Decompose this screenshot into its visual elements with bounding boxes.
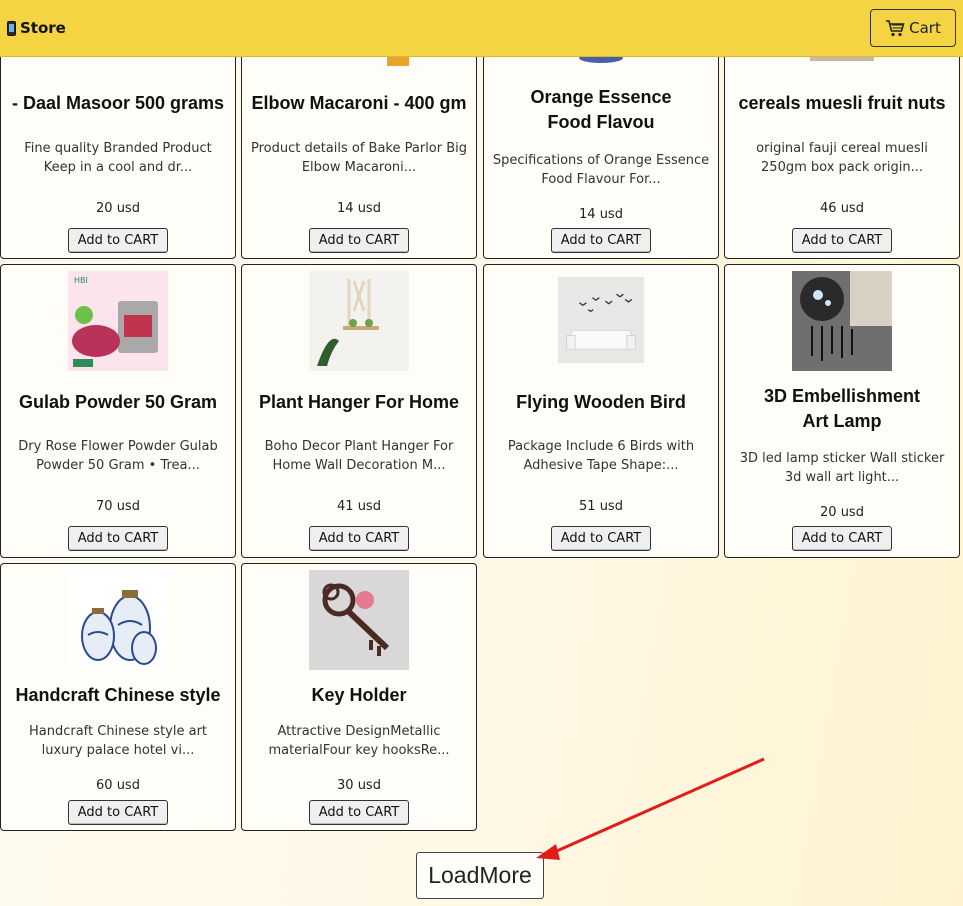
product-price: 30 usd	[337, 778, 381, 793]
product-card: - Daal Masoor 500 grams Fine quality Bra…	[0, 30, 236, 259]
product-description: Fine quality Branded Product Keep in a c…	[24, 141, 212, 175]
product-card: Handcraft Chinese style Handcraft Chines…	[0, 563, 236, 831]
product-card: cereals muesli fruit nuts original fauji…	[724, 30, 960, 259]
add-to-cart-button[interactable]: Add to CART	[68, 228, 168, 253]
key-holder-image	[309, 570, 409, 670]
brand[interactable]: Store	[7, 19, 66, 37]
cart-label: Cart	[909, 19, 941, 37]
product-title: 3D Embellishment Art Lamp	[763, 386, 921, 431]
add-to-cart-button[interactable]: Add to CART	[309, 526, 409, 551]
product-description: Product details of Bake Parlor Big Elbow…	[250, 141, 468, 175]
product-grid: - Daal Masoor 500 grams Fine quality Bra…	[0, 0, 963, 906]
product-price: 70 usd	[96, 499, 140, 514]
product-description: Dry Rose Flower Powder Gulab Powder 50 G…	[18, 439, 218, 473]
product-card: 400 Elbow Macaroni - 400 gm Product deta…	[241, 30, 477, 259]
svg-text:HBI: HBI	[74, 276, 88, 285]
product-description: Package Include 6 Birds with Adhesive Ta…	[507, 439, 695, 473]
product-description: 3D led lamp sticker Wall sticker 3d wall…	[739, 451, 945, 485]
plant-hanger-image	[309, 271, 409, 371]
product-title: Flying Wooden Bird	[516, 392, 686, 412]
product-card: 3D Embellishment Art Lamp 3D led lamp st…	[724, 264, 960, 558]
top-navbar: Store Cart	[0, 0, 963, 57]
load-more-button[interactable]: LoadMore	[416, 852, 544, 899]
brand-label: Store	[20, 19, 66, 37]
add-to-cart-button[interactable]: Add to CART	[68, 800, 168, 825]
product-title: cereals muesli fruit nuts	[738, 93, 946, 113]
product-title: Orange Essence Food Flavou	[530, 87, 672, 132]
product-price: 14 usd	[337, 201, 381, 216]
add-to-cart-button[interactable]: Add to CART	[551, 228, 651, 253]
product-price: 46 usd	[820, 201, 864, 216]
rose-powder-image: HBI	[68, 271, 168, 371]
product-description: Specifications of Orange Essence Food Fl…	[492, 153, 710, 187]
product-price: 41 usd	[337, 499, 381, 514]
add-to-cart-button[interactable]: Add to CART	[309, 800, 409, 825]
shopping-cart-icon	[886, 20, 905, 37]
wooden-birds-image	[558, 277, 644, 363]
product-price: 14 usd	[579, 207, 623, 222]
product-description: Handcraft Chinese style art luxury palac…	[28, 724, 208, 758]
product-title: - Daal Masoor 500 grams	[11, 93, 225, 113]
chinese-vases-image	[68, 570, 168, 670]
product-title: Handcraft Chinese style	[15, 685, 221, 705]
product-card: HBI Gulab Powder 50 Gram Dry Rose Flower…	[0, 264, 236, 558]
mobile-phone-icon	[7, 20, 16, 36]
add-to-cart-button[interactable]: Add to CART	[551, 526, 651, 551]
product-card: Orange Essence Food Flavou Specification…	[483, 30, 719, 259]
art-lamp-image	[792, 271, 892, 371]
product-title: Gulab Powder 50 Gram	[18, 392, 218, 412]
add-to-cart-button[interactable]: Add to CART	[792, 228, 892, 253]
product-card: Key Holder Attractive DesignMetallic mat…	[241, 563, 477, 831]
add-to-cart-button[interactable]: Add to CART	[309, 228, 409, 253]
product-card: Flying Wooden Bird Package Include 6 Bir…	[483, 264, 719, 558]
product-card: Plant Hanger For Home Boho Decor Plant H…	[241, 264, 477, 558]
product-price: 60 usd	[96, 778, 140, 793]
add-to-cart-button[interactable]: Add to CART	[68, 526, 168, 551]
cart-button[interactable]: Cart	[870, 9, 956, 47]
add-to-cart-button[interactable]: Add to CART	[792, 526, 892, 551]
product-price: 20 usd	[96, 201, 140, 216]
product-price: 20 usd	[820, 505, 864, 520]
product-description: Boho Decor Plant Hanger For Home Wall De…	[264, 439, 454, 473]
product-description: Attractive DesignMetallic materialFour k…	[268, 724, 450, 758]
product-title: Elbow Macaroni - 400 gm	[251, 93, 467, 113]
product-title: Key Holder	[311, 685, 407, 705]
product-description: original fauji cereal muesli 250gm box p…	[756, 141, 928, 175]
product-title: Plant Hanger For Home	[258, 392, 460, 412]
product-price: 51 usd	[579, 499, 623, 514]
